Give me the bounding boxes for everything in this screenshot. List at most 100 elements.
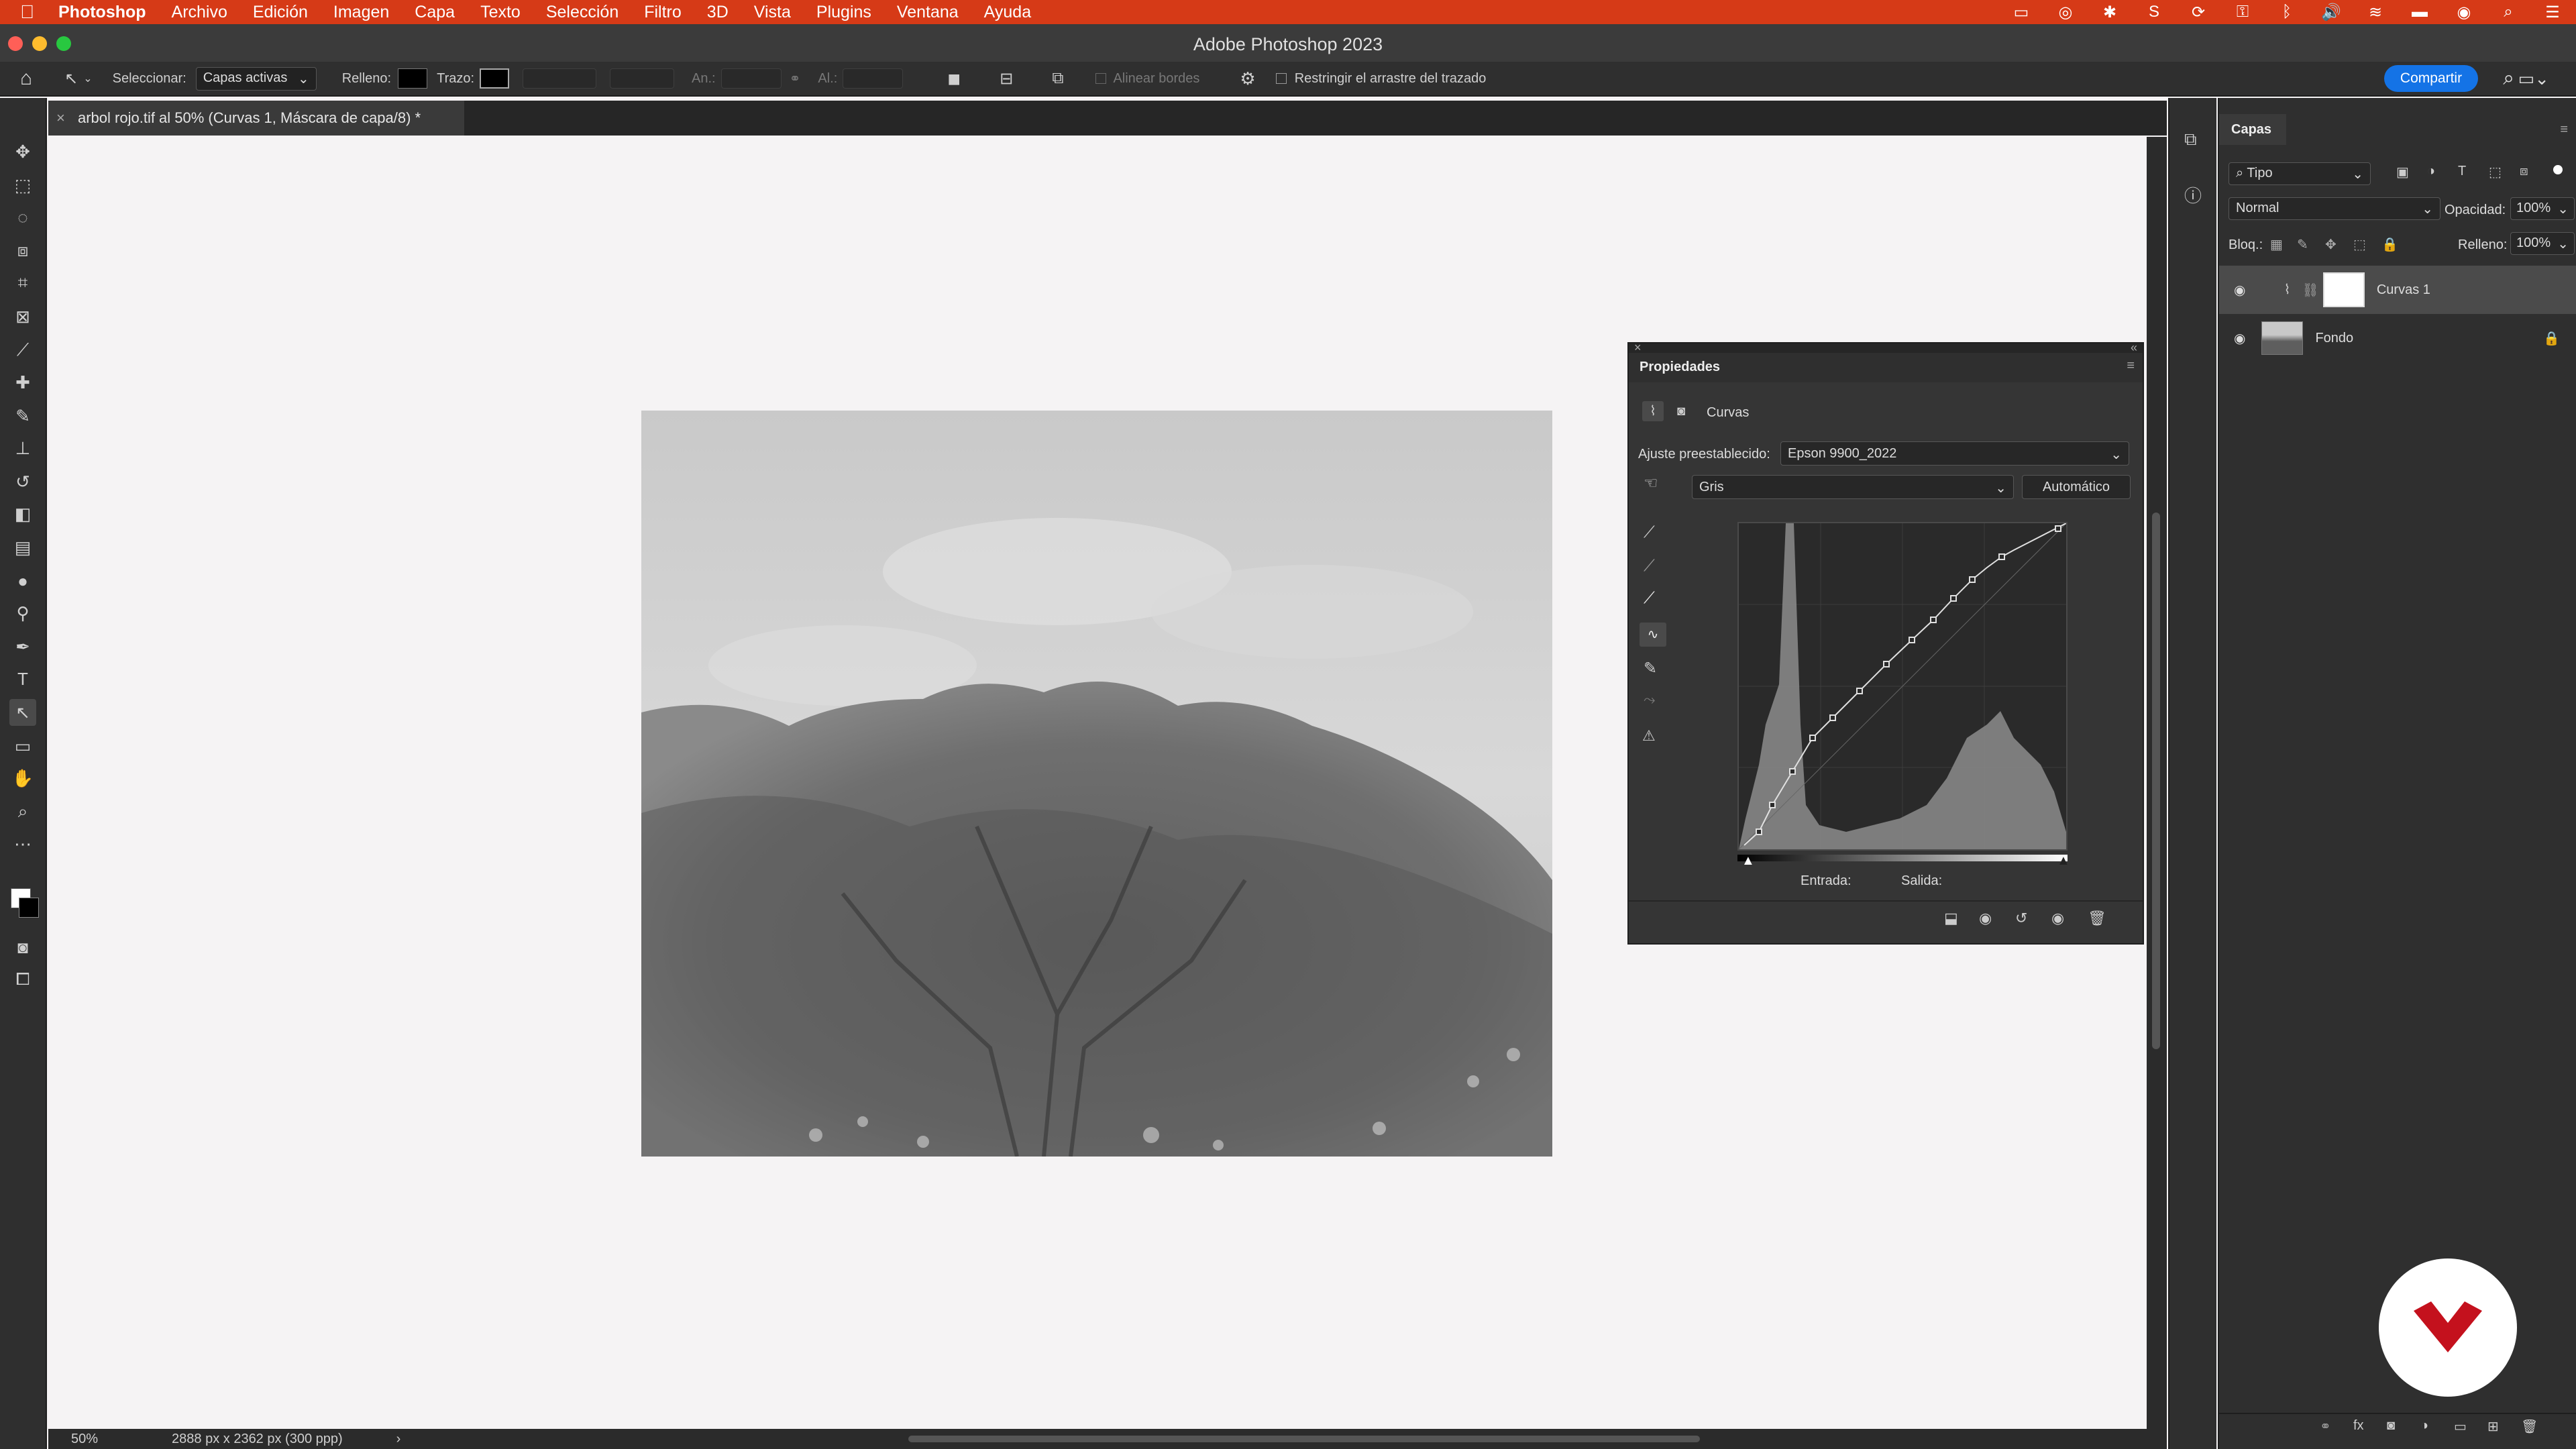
- path-arrangement-icon[interactable]: ⧉: [1052, 69, 1063, 88]
- maximize-window-button[interactable]: [56, 36, 71, 51]
- workspace-icon[interactable]: ▭⌄: [2518, 68, 2549, 89]
- wifi-icon[interactable]: ≋: [2365, 3, 2385, 21]
- chevron-down-icon[interactable]: ⌄: [83, 72, 92, 85]
- zoom-level[interactable]: 50%: [71, 1432, 98, 1447]
- layer-thumbnail[interactable]: [2261, 321, 2304, 355]
- rectangle-tool-icon[interactable]: ▭: [9, 733, 36, 759]
- layer-style-icon[interactable]: fx: [2353, 1418, 2364, 1434]
- eraser-tool-icon[interactable]: ◧: [9, 500, 36, 527]
- adjustments-panel-icon[interactable]: ⧉: [2184, 129, 2197, 150]
- black-point-eyedropper-icon[interactable]: ⟋: [1644, 523, 1655, 542]
- auto-button[interactable]: Automático: [2022, 475, 2131, 499]
- dodge-tool-icon[interactable]: ⚲: [9, 600, 36, 627]
- new-layer-icon[interactable]: ⊞: [2487, 1418, 2499, 1435]
- pen-tool-icon[interactable]: ✒: [9, 633, 36, 660]
- blur-tool-icon[interactable]: ●: [9, 568, 36, 594]
- panel-menu-icon[interactable]: ≡: [2127, 358, 2135, 374]
- zoom-tool-icon[interactable]: ⌕: [9, 798, 36, 825]
- layer-row-curvas-1[interactable]: ◉ ⌇ ⛓ Curvas 1: [2219, 266, 2576, 314]
- hand-tool-icon[interactable]: ✋: [9, 765, 36, 792]
- gray-point-eyedropper-icon[interactable]: ⟋: [1644, 557, 1655, 576]
- filter-smart-object-icon[interactable]: ⧈: [2520, 164, 2528, 179]
- document-size-info[interactable]: 2888 px x 2362 px (300 ppp): [172, 1432, 343, 1447]
- filter-type-icon[interactable]: T: [2458, 164, 2466, 179]
- channel-dropdown[interactable]: Gris ⌄: [1692, 475, 2014, 499]
- menu-plugins[interactable]: Plugins: [816, 3, 871, 22]
- curve-point-tool-icon[interactable]: ∿: [1640, 623, 1666, 647]
- home-icon[interactable]: ⌂: [20, 67, 32, 90]
- align-edges-checkbox[interactable]: [1095, 73, 1107, 84]
- lock-transparent-icon[interactable]: ▦: [2270, 236, 2283, 253]
- status-expand-icon[interactable]: ›: [396, 1432, 401, 1447]
- close-tab-icon[interactable]: ×: [56, 101, 65, 136]
- healing-brush-tool-icon[interactable]: ✚: [9, 369, 36, 396]
- lock-image-icon[interactable]: ✎: [2297, 236, 2308, 253]
- layer-name[interactable]: Fondo: [2315, 331, 2353, 346]
- gear-icon[interactable]: ⚙: [1240, 68, 1255, 89]
- width-field[interactable]: [720, 68, 782, 89]
- screen-icon[interactable]: ▭: [2011, 3, 2031, 21]
- crop-tool-icon[interactable]: ⌗: [9, 270, 36, 297]
- frame-tool-icon[interactable]: ⊠: [9, 303, 36, 330]
- control-center-icon[interactable]: ☰: [2542, 3, 2563, 21]
- background-color-swatch[interactable]: [19, 898, 39, 918]
- creative-cloud-icon[interactable]: ◎: [2055, 3, 2076, 21]
- link-layers-icon[interactable]: ⚭: [2320, 1418, 2331, 1435]
- filter-shape-icon[interactable]: ⬚: [2489, 164, 2502, 180]
- lock-artboard-icon[interactable]: ⬚: [2353, 236, 2366, 253]
- mask-icon[interactable]: ◙: [1670, 401, 1692, 421]
- object-select-tool-icon[interactable]: ⧈: [9, 237, 36, 264]
- menu-ventana[interactable]: Ventana: [897, 3, 959, 22]
- path-select-tool-icon[interactable]: ↖: [64, 69, 78, 89]
- gear-status-icon[interactable]: ✱: [2100, 3, 2120, 21]
- menu-edicion[interactable]: Edición: [253, 3, 308, 22]
- horizontal-scrollbar[interactable]: [908, 1436, 1700, 1442]
- layer-row-fondo[interactable]: ◉ Fondo 🔒: [2219, 314, 2576, 362]
- path-selection-tool-icon[interactable]: ↖: [9, 699, 36, 726]
- clipping-warning-icon[interactable]: ⚠: [1642, 727, 1656, 745]
- filter-adjustment-icon[interactable]: ◑: [2427, 164, 2435, 179]
- preset-dropdown[interactable]: Epson 9900_2022 ⌄: [1780, 441, 2129, 466]
- layer-filter-dropdown[interactable]: ⌕ Tipo ⌄: [2229, 162, 2371, 185]
- info-panel-icon[interactable]: ⓘ: [2184, 182, 2202, 207]
- layer-name[interactable]: Curvas 1: [2377, 282, 2430, 298]
- stroke-style-dropdown[interactable]: [610, 68, 675, 89]
- quick-mask-icon[interactable]: ◙: [9, 934, 36, 961]
- more-tools-icon[interactable]: ⋯: [9, 830, 36, 857]
- delete-layer-icon[interactable]: 🗑: [2521, 1418, 2538, 1435]
- gradient-tool-icon[interactable]: ▤: [9, 534, 36, 561]
- visibility-eye-icon[interactable]: ◉: [2234, 330, 2245, 347]
- view-previous-state-icon[interactable]: ◉: [1979, 910, 1992, 927]
- visibility-icon[interactable]: ◉: [2051, 910, 2064, 927]
- link-icon[interactable]: ⚭: [790, 70, 801, 87]
- smooth-curve-icon[interactable]: ⤳: [1644, 691, 1656, 708]
- target-adjust-icon[interactable]: ☜: [1644, 474, 1658, 493]
- delete-icon[interactable]: 🗑: [2088, 910, 2106, 927]
- lock-status-icon[interactable]: ⚿: [2233, 3, 2253, 21]
- menu-ayuda[interactable]: Ayuda: [984, 3, 1031, 22]
- vertical-scrollbar[interactable]: [2147, 137, 2167, 1429]
- new-adjustment-layer-icon[interactable]: ◑: [2420, 1418, 2428, 1434]
- clip-to-layer-icon[interactable]: ⬓: [1944, 910, 1958, 927]
- user-icon[interactable]: ◉: [2454, 3, 2474, 21]
- apple-icon[interactable]: : [20, 1, 34, 23]
- share-button[interactable]: Compartir: [2384, 65, 2478, 92]
- close-window-button[interactable]: [8, 36, 23, 51]
- reset-icon[interactable]: ↺: [2015, 910, 2027, 927]
- menu-seleccion[interactable]: Selección: [546, 3, 619, 22]
- lock-all-icon[interactable]: 🔒: [2381, 236, 2398, 253]
- lasso-tool-icon[interactable]: ◌: [9, 204, 36, 231]
- white-input-slider[interactable]: ▲: [2057, 853, 2070, 869]
- layer-mask-thumbnail[interactable]: [2322, 272, 2365, 307]
- filter-pixel-icon[interactable]: ▣: [2396, 164, 2409, 180]
- add-mask-icon[interactable]: ◙: [2387, 1418, 2395, 1434]
- fill-field[interactable]: 100% ⌄: [2510, 232, 2575, 255]
- menu-filtro[interactable]: Filtro: [644, 3, 682, 22]
- search-toolbar-icon[interactable]: ⌕: [2503, 67, 2514, 90]
- document-image[interactable]: [641, 411, 1552, 1157]
- eyedropper-tool-icon[interactable]: ⟋: [9, 337, 36, 364]
- bluetooth-icon[interactable]: ᛒ: [2277, 3, 2297, 21]
- menu-imagen[interactable]: Imagen: [333, 3, 389, 22]
- marquee-tool-icon[interactable]: ⬚: [9, 172, 36, 199]
- opacity-field[interactable]: 100% ⌄: [2510, 197, 2575, 220]
